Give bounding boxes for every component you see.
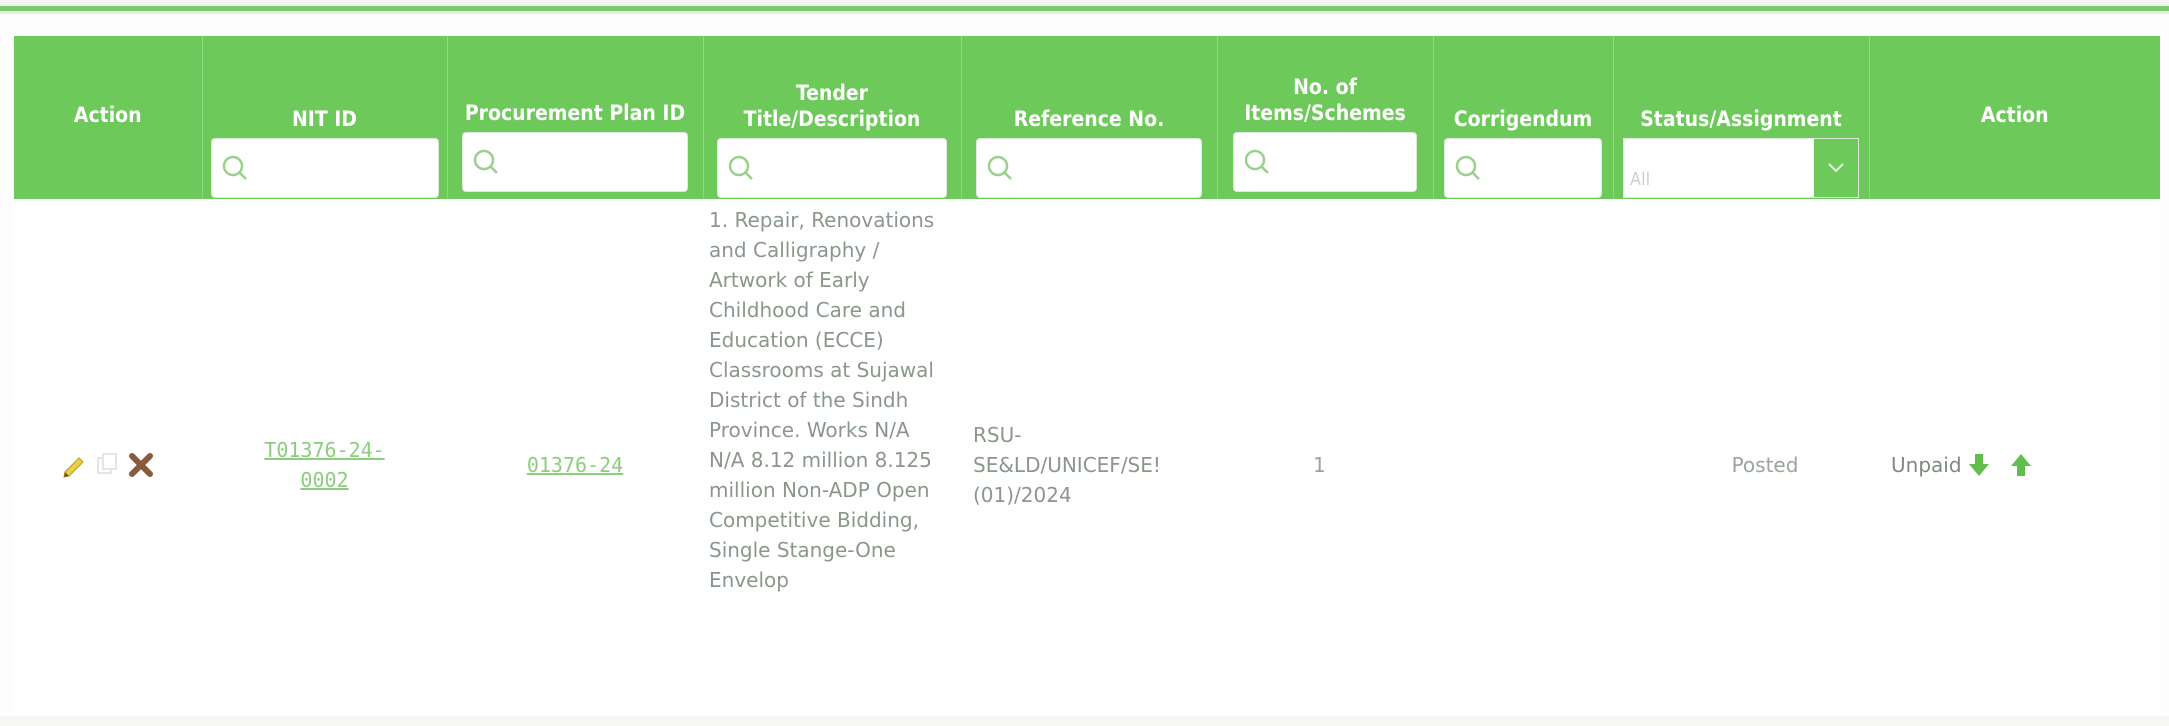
procurement-plan-id-cell: 01376-24 — [447, 199, 703, 726]
upload-arrow-icon[interactable] — [2006, 452, 2036, 478]
tender-title-filter-input[interactable] — [717, 138, 947, 198]
tender-list-page: Action NIT ID Procurement Plan ID Tender… — [0, 0, 2169, 726]
payment-status: Unpaid — [1891, 453, 1962, 477]
column-header-action-left: Action — [14, 36, 203, 199]
column-label-nit-id: NIT ID — [291, 107, 357, 131]
chevron-down-icon[interactable] — [1814, 139, 1858, 197]
column-header-corrigendum: Corrigendum — [1433, 36, 1614, 199]
column-label-action-left: Action — [73, 102, 142, 127]
status-filter-select[interactable]: All — [1623, 138, 1859, 198]
search-icon — [1455, 155, 1480, 180]
column-header-action-right: Action — [1869, 36, 2160, 199]
status-filter-value: All — [1630, 169, 1651, 190]
table-body: T01376-24- 0002 01376-24 1. Repair, Reno… — [14, 199, 2160, 726]
column-label-items-schemes: No. of Items/Schemes — [1244, 75, 1406, 125]
column-header-status: Status/Assignment All — [1613, 36, 1870, 199]
nit-id-line-1: T01376-24- — [264, 438, 385, 462]
nit-id-filter-input[interactable] — [210, 138, 439, 198]
bottom-edge — [0, 716, 2169, 726]
reference-no-line-2: SE&LD/UNICEF/SE! — [973, 453, 1161, 477]
nit-id-line-2: 0002 — [300, 468, 349, 492]
reference-no-cell: RSU- SE&LD/UNICEF/SE! (01)/2024 — [961, 199, 1217, 726]
procurement-plan-id-link[interactable]: 01376-24 — [527, 453, 623, 477]
search-icon — [728, 155, 753, 180]
search-icon — [222, 155, 247, 180]
corrigendum-cell — [1433, 199, 1613, 726]
tender-title-cell: 1. Repair, Renovations and Calligraphy /… — [703, 199, 961, 726]
table-row: T01376-24- 0002 01376-24 1. Repair, Reno… — [14, 199, 2160, 726]
column-label-procurement-plan-id: Procurement Plan ID — [464, 101, 686, 125]
items-schemes-filter-input[interactable] — [1233, 132, 1417, 192]
column-header-reference-no: Reference No. — [961, 36, 1218, 199]
payment-action-cell: Unpaid — [1869, 199, 2160, 726]
search-icon — [1244, 149, 1269, 174]
column-header-procurement-plan-id: Procurement Plan ID — [447, 36, 704, 199]
reference-no-line-3: (01)/2024 — [973, 483, 1072, 507]
reference-no-line-1: RSU- — [973, 423, 1022, 447]
corrigendum-filter-input[interactable] — [1444, 138, 1602, 198]
tender-title-text: 1. Repair, Renovations and Calligraphy /… — [709, 208, 935, 592]
column-header-tender-title: Tender Title/Description — [703, 36, 962, 199]
status-value: Posted — [1731, 453, 1799, 477]
delete-x-icon[interactable] — [127, 451, 155, 479]
column-header-nit-id: NIT ID — [202, 36, 448, 199]
column-label-corrigendum: Corrigendum — [1453, 107, 1593, 131]
nit-id-cell: T01376-24- 0002 — [202, 199, 447, 726]
download-arrow-icon[interactable] — [1968, 452, 1990, 478]
reference-no-filter-input[interactable] — [976, 138, 1202, 198]
nit-id-link[interactable]: T01376-24- 0002 — [214, 435, 435, 495]
table-header: Action NIT ID Procurement Plan ID Tender… — [14, 36, 2160, 199]
search-icon — [473, 149, 498, 174]
items-schemes-cell: 1 — [1217, 199, 1433, 726]
procurement-plan-filter-input[interactable] — [462, 132, 688, 192]
top-accent-line — [0, 6, 2169, 11]
tender-table: Action NIT ID Procurement Plan ID Tender… — [14, 36, 2160, 726]
column-label-status: Status/Assignment — [1640, 107, 1842, 131]
column-label-tender-title: Tender Title/Description — [743, 81, 921, 131]
items-schemes-value: 1 — [1313, 453, 1326, 477]
copy-icon[interactable] — [95, 452, 119, 478]
pencil-icon[interactable] — [61, 452, 87, 478]
column-label-reference-no: Reference No. — [1013, 107, 1165, 131]
column-header-items-schemes: No. of Items/Schemes — [1217, 36, 1434, 199]
row-action-cell — [14, 199, 202, 726]
search-icon — [987, 155, 1012, 180]
column-label-action-right: Action — [1980, 102, 2049, 127]
status-cell: Posted — [1613, 199, 1869, 726]
